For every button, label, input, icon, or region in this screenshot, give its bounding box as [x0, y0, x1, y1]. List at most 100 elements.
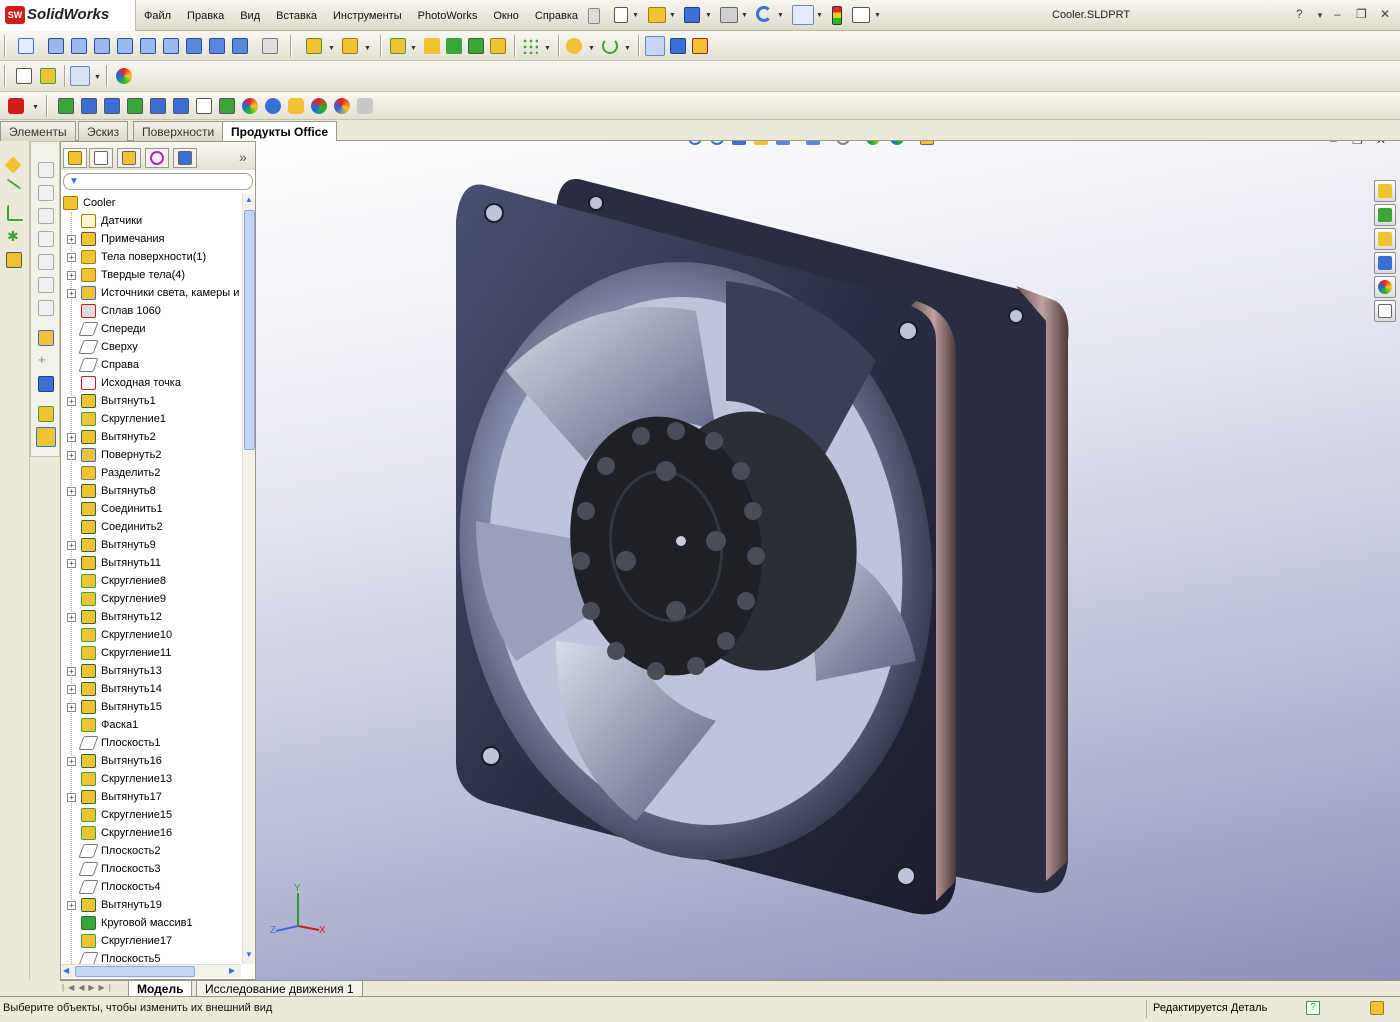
save-dropdown-icon[interactable]: ▼ — [705, 12, 712, 19]
featuremanager-tab[interactable] — [63, 148, 87, 168]
curves-dropdown-icon[interactable]: ▼ — [624, 45, 631, 52]
tree-item[interactable]: + Вытянуть13 — [61, 662, 241, 680]
select-pointer-icon[interactable] — [70, 66, 90, 86]
tree-item[interactable]: Скругление8 — [61, 572, 241, 590]
tree-item[interactable]: Справа — [61, 356, 241, 374]
rebuild-traffic-light-icon[interactable] — [832, 6, 842, 25]
tab-sketch[interactable]: Эскиз — [78, 121, 129, 141]
tree-root-part[interactable]: Cooler — [61, 194, 241, 212]
menu-file[interactable]: Файл — [136, 10, 179, 22]
help-dropdown-icon[interactable]: ▼ — [1316, 11, 1324, 20]
new-dropdown-icon[interactable]: ▼ — [632, 12, 639, 19]
dimetric-view-icon[interactable] — [232, 38, 248, 54]
expand-toggle-icon[interactable]: + — [67, 667, 76, 676]
menu-edit[interactable]: Правка — [179, 10, 232, 22]
tree-item[interactable]: Плоскость4 — [61, 878, 241, 896]
sketch-line-icon[interactable] — [4, 156, 22, 174]
menu-photoworks[interactable]: PhotoWorks — [410, 10, 486, 22]
tree-item[interactable]: + Вытянуть16 — [61, 752, 241, 770]
configurationmanager-tab[interactable] — [117, 148, 141, 168]
isometric-view-icon[interactable] — [186, 38, 202, 54]
status-notification-icon[interactable] — [1370, 1001, 1384, 1015]
pin-icon[interactable] — [588, 8, 600, 24]
expand-toggle-icon[interactable]: + — [67, 793, 76, 802]
edit-sketch-icon[interactable] — [38, 330, 54, 346]
expand-toggle-icon[interactable]: + — [67, 451, 76, 460]
expand-toggle-icon[interactable]: + — [67, 433, 76, 442]
edit-appearance-icon[interactable] — [866, 141, 880, 145]
undo-icon[interactable] — [756, 6, 772, 22]
close-button[interactable]: ✕ — [1380, 7, 1390, 21]
viewport-minimize-button[interactable]: – — [1330, 141, 1337, 147]
collapse-chevron[interactable]: » — [239, 149, 247, 165]
box-7-icon[interactable] — [38, 300, 54, 316]
menu-view[interactable]: Вид — [232, 10, 268, 22]
dome-icon[interactable] — [490, 38, 506, 54]
select-dropdown-icon[interactable]: ▼ — [816, 12, 823, 19]
fillet-toolbar-icon[interactable] — [390, 38, 406, 54]
tree-item[interactable]: + Твердые тела(4) — [61, 266, 241, 284]
minimize-button[interactable]: – — [1334, 7, 1341, 21]
tree-item[interactable]: Исходная точка — [61, 374, 241, 392]
file-explorer-tab[interactable] — [1374, 228, 1396, 250]
tab-features[interactable]: Элементы — [0, 121, 76, 141]
tree-item[interactable]: Скругление10 — [61, 626, 241, 644]
box-2-icon[interactable] — [38, 185, 54, 201]
tree-item[interactable]: Сверху — [61, 338, 241, 356]
curves-icon[interactable] — [602, 38, 618, 54]
tree-item[interactable]: Плоскость3 — [61, 860, 241, 878]
print-dropdown-icon[interactable]: ▼ — [741, 12, 748, 19]
tree-item[interactable]: Сплав 1060 — [61, 302, 241, 320]
design-library-tab[interactable] — [1374, 204, 1396, 226]
open-folder-icon[interactable] — [648, 7, 666, 23]
expand-toggle-icon[interactable]: + — [67, 289, 76, 298]
menu-tools[interactable]: Инструменты — [325, 10, 410, 22]
print-icon[interactable] — [720, 7, 738, 23]
left-view-icon[interactable] — [94, 38, 110, 54]
point-icon[interactable]: ✱ — [7, 229, 23, 245]
tree-item[interactable]: Спереди — [61, 320, 241, 338]
right-view-icon[interactable] — [117, 38, 133, 54]
appearances-tab[interactable] — [1374, 276, 1396, 298]
solidworks-office-icon[interactable] — [8, 98, 24, 114]
pattern-dropdown-icon[interactable]: ▼ — [544, 45, 551, 52]
box-3-icon[interactable] — [38, 208, 54, 224]
tree-item[interactable]: + Тела поверхности(1) — [61, 248, 241, 266]
box-1-icon[interactable] — [38, 162, 54, 178]
save-icon[interactable] — [684, 7, 700, 23]
appearance-icon[interactable] — [116, 68, 132, 84]
render-icon[interactable] — [58, 98, 74, 114]
lights-icon[interactable] — [334, 98, 350, 114]
extruded-cut-icon[interactable] — [342, 38, 358, 54]
bottom-view-icon[interactable] — [163, 38, 179, 54]
move-entities-icon[interactable] — [38, 376, 54, 392]
display-manager-tab[interactable] — [173, 148, 197, 168]
vertical-scroll-thumb[interactable] — [244, 210, 255, 450]
menu-help[interactable]: Справка — [527, 10, 586, 22]
tree-item[interactable]: Скругление17 — [61, 932, 241, 950]
reference-geometry-icon[interactable] — [566, 38, 582, 54]
tree-item[interactable]: + Вытянуть9 — [61, 536, 241, 554]
cross-out-icon[interactable] — [692, 38, 708, 54]
viewport-restore-button[interactable]: ❐ — [1352, 141, 1363, 147]
trimetric-view-icon[interactable] — [209, 38, 225, 54]
add-relation-icon[interactable]: + — [38, 353, 54, 369]
centerline-icon[interactable] — [6, 178, 22, 190]
tab-surfaces[interactable]: Поверхности — [133, 121, 224, 141]
open-dropdown-icon[interactable]: ▼ — [669, 12, 676, 19]
expand-toggle-icon[interactable]: + — [67, 613, 76, 622]
scroll-left-icon[interactable]: ◀ — [63, 966, 69, 975]
view-palette-tab[interactable] — [1374, 252, 1396, 274]
shell-icon[interactable] — [446, 38, 462, 54]
office-dropdown-icon[interactable]: ▼ — [32, 104, 39, 111]
mate-icon[interactable] — [6, 252, 22, 268]
options-dropdown-icon[interactable]: ▼ — [874, 12, 881, 19]
tree-filter-field[interactable]: ▼ — [63, 173, 253, 190]
menu-window[interactable]: Окно — [485, 10, 527, 22]
dimxpert-tab[interactable] — [145, 148, 169, 168]
front-view-icon[interactable] — [48, 38, 64, 54]
draft-icon[interactable] — [468, 38, 484, 54]
linear-pattern-icon[interactable] — [522, 38, 538, 54]
tree-item[interactable]: + Повернуть2 — [61, 446, 241, 464]
tree-item[interactable]: Круговой массив1 — [61, 914, 241, 932]
